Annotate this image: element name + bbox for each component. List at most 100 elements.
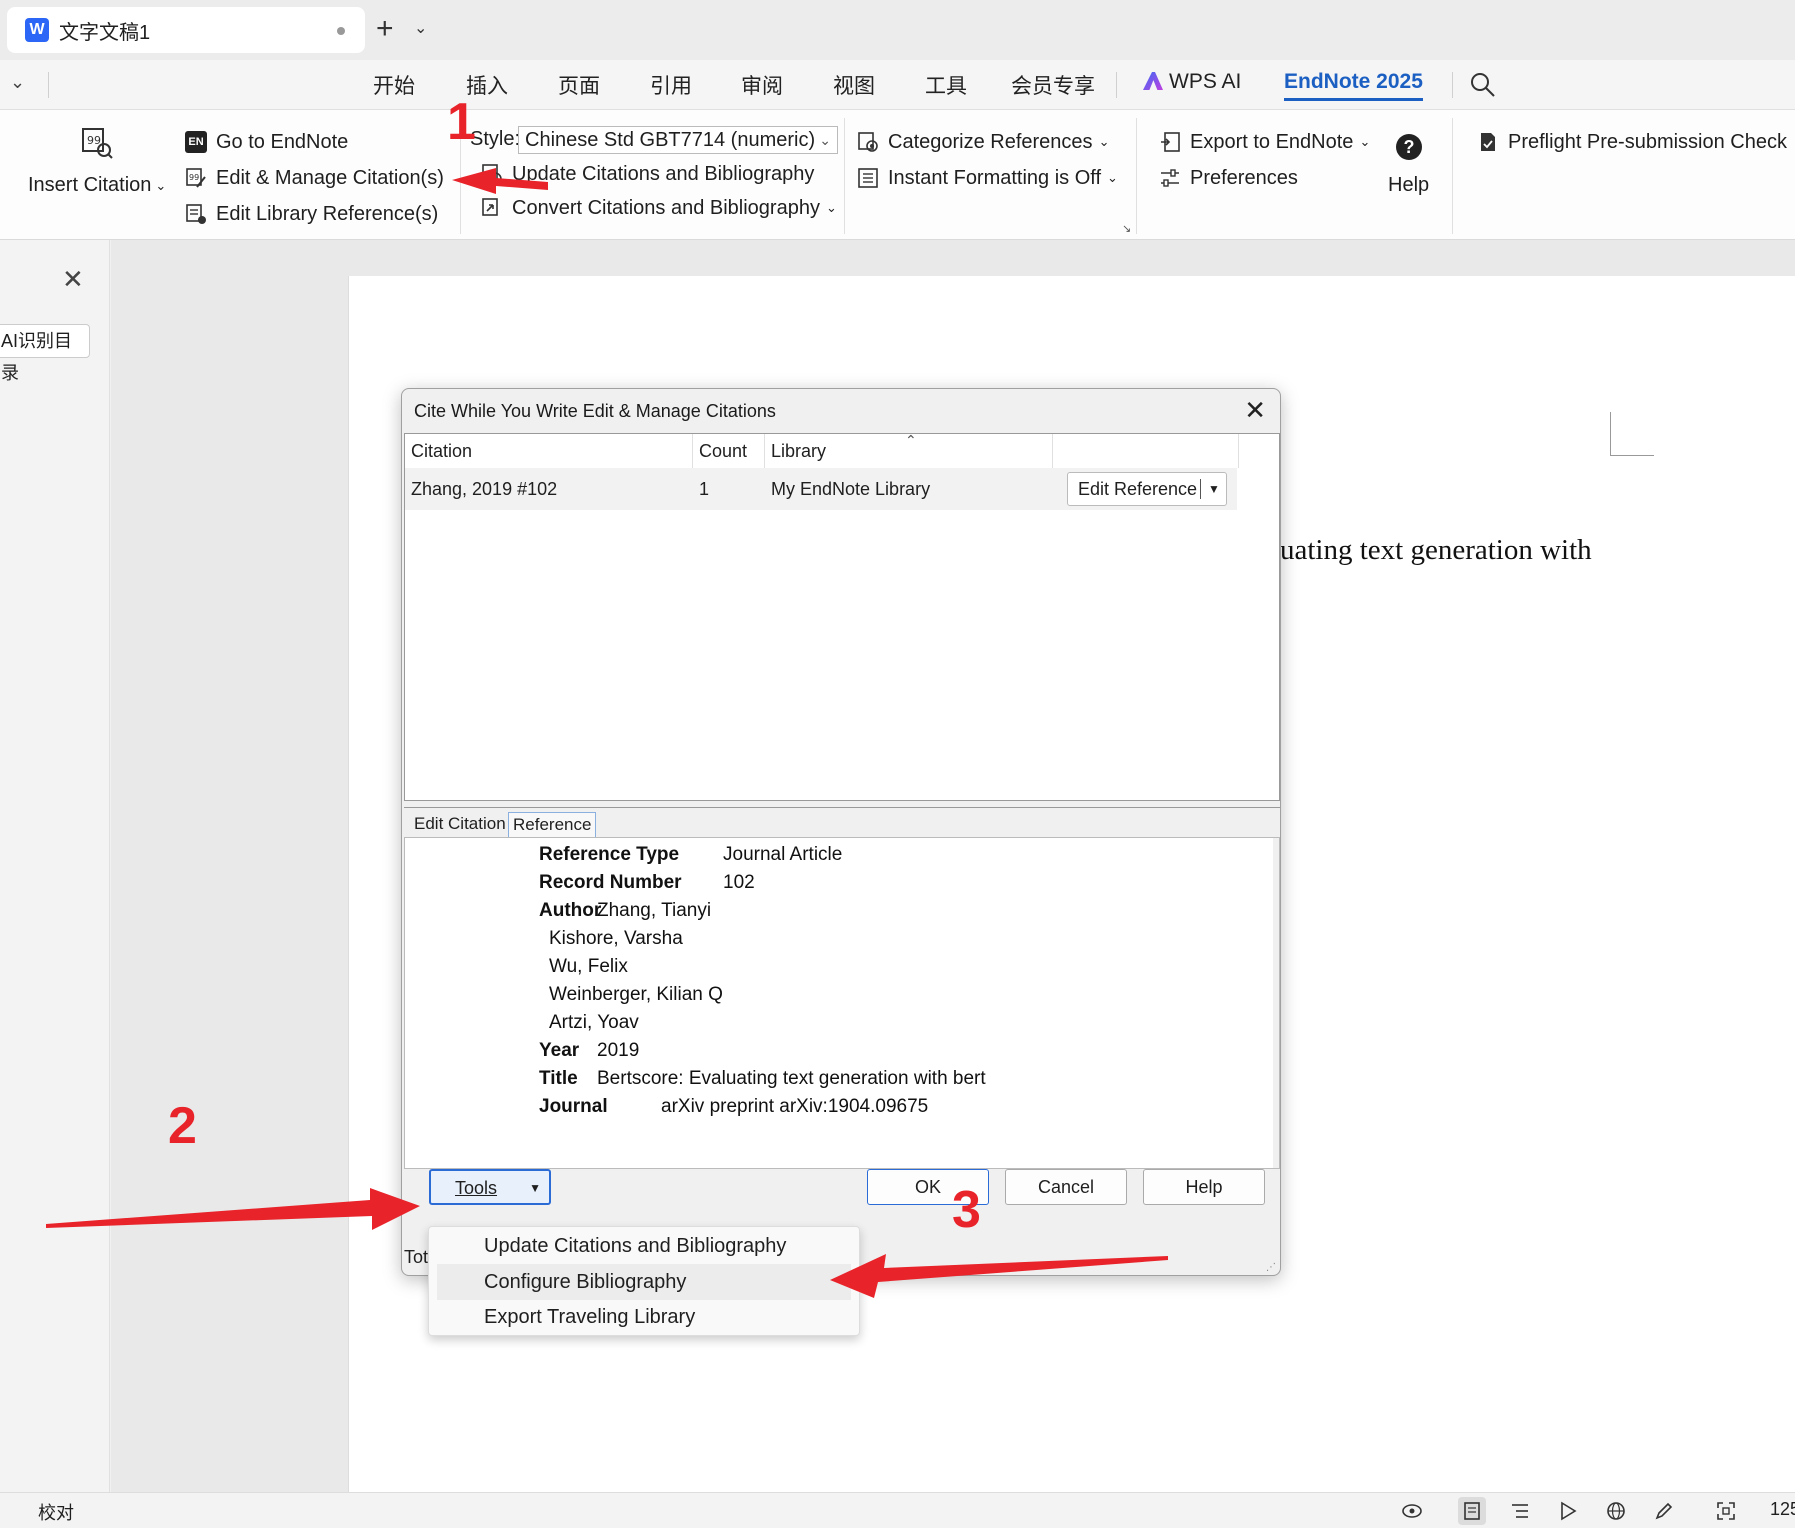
divider xyxy=(1136,118,1137,234)
export-icon xyxy=(1161,132,1180,152)
convert-citations-label: Convert Citations and Bibliography xyxy=(512,196,820,219)
pen-icon[interactable] xyxy=(1650,1497,1678,1525)
unsaved-dot-icon xyxy=(337,27,345,35)
column-header-actions xyxy=(1053,434,1239,468)
menu-bar: ⌄ 开始 插入 页面 引用 审阅 视图 工具 会员专享 WPS AI EndNo… xyxy=(0,60,1795,110)
menu-member[interactable]: 会员专享 xyxy=(1011,70,1095,100)
column-header-citation[interactable]: Citation xyxy=(405,434,693,468)
menu-wps-ai[interactable]: WPS AI xyxy=(1143,70,1241,94)
status-bar: 校对 125 xyxy=(0,1492,1795,1528)
help-ribbon-button[interactable]: ? xyxy=(1396,134,1422,160)
citations-table: Citation Count Library ⌃ Zhang, 2019 #10… xyxy=(404,432,1280,801)
menu-item-export-traveling-library[interactable]: Export Traveling Library xyxy=(429,1299,859,1335)
title-value: Bertscore: Evaluating text generation wi… xyxy=(597,1068,986,1089)
title-bar: W 文字文稿1 + ⌄ xyxy=(0,0,1795,60)
update-citations-button[interactable]: Update Citations and Bibliography xyxy=(480,162,814,186)
update-citations-label: Update Citations and Bibliography xyxy=(512,162,815,185)
menu-home[interactable]: 开始 xyxy=(373,70,415,100)
menu-item-configure-bibliography[interactable]: Configure Bibliography xyxy=(437,1264,851,1300)
menu-item-update-citations[interactable]: Update Citations and Bibliography xyxy=(429,1228,859,1264)
edit-manage-citations-button[interactable]: 99 Edit & Manage Citation(s) xyxy=(184,166,444,190)
outline-view-icon[interactable] xyxy=(1506,1497,1534,1525)
document-check-icon xyxy=(1481,133,1495,151)
edit-manage-citations-label: Edit & Manage Citation(s) xyxy=(216,166,444,189)
proofread-label[interactable]: 校对 xyxy=(38,1499,74,1525)
cancel-button[interactable]: Cancel xyxy=(1005,1169,1127,1205)
tab-reference[interactable]: Reference xyxy=(508,812,597,838)
eye-icon[interactable] xyxy=(1398,1497,1426,1525)
edit-library-icon xyxy=(186,204,206,224)
column-header-count[interactable]: Count xyxy=(693,434,765,468)
edit-reference-button[interactable]: Edit Reference ▼ xyxy=(1067,472,1227,506)
chevron-down-icon[interactable]: ⌄ xyxy=(414,18,427,38)
convert-citations-button[interactable]: Convert Citations and Bibliography ⌄ xyxy=(480,196,837,220)
menu-references[interactable]: 引用 xyxy=(650,70,692,100)
journal-value: arXiv preprint arXiv:1904.09675 xyxy=(661,1096,929,1117)
table-row[interactable]: Zhang, 2019 #102 1 My EndNote Library Ed… xyxy=(405,468,1237,510)
search-icon[interactable] xyxy=(1468,70,1498,100)
help-label[interactable]: Help xyxy=(1388,174,1429,197)
chevron-down-icon: ⌄ xyxy=(155,177,167,193)
menu-tools[interactable]: 工具 xyxy=(925,70,967,100)
categorize-references-button[interactable]: Categorize References ⌄ xyxy=(856,130,1109,154)
preflight-check-button[interactable]: Preflight Pre-submission Check xyxy=(1476,130,1787,154)
close-icon[interactable]: ✕ xyxy=(62,264,84,295)
reference-details-panel: Reference Type Journal Article Record Nu… xyxy=(404,837,1280,1169)
author-value: Wu, Felix xyxy=(549,956,628,977)
chevron-down-icon[interactable]: ⌄ xyxy=(10,72,25,93)
menu-page[interactable]: 页面 xyxy=(558,70,600,100)
document-text[interactable]: uating text generation with xyxy=(1280,534,1592,567)
export-to-endnote-button[interactable]: Export to EndNote ⌄ xyxy=(1158,130,1370,154)
chevron-down-icon: ⌄ xyxy=(1359,134,1371,149)
play-icon[interactable] xyxy=(1554,1497,1582,1525)
caret-down-icon[interactable]: ▼ xyxy=(1208,473,1220,505)
zoom-level[interactable]: 125 xyxy=(1770,1499,1795,1520)
style-select[interactable]: Chinese Std GBT7714 (numeric) ⌄ xyxy=(518,126,838,154)
categorize-references-label: Categorize References xyxy=(888,130,1093,153)
help-button[interactable]: Help xyxy=(1143,1169,1265,1205)
year-value: 2019 xyxy=(597,1040,640,1061)
ai-toc-button[interactable]: AI识别目录 xyxy=(0,324,90,383)
edit-citation-icon: 99 xyxy=(186,168,206,188)
document-tab[interactable]: W 文字文稿1 xyxy=(7,7,365,53)
author-label: Author xyxy=(539,900,602,921)
globe-icon[interactable] xyxy=(1602,1497,1630,1525)
svg-text:99: 99 xyxy=(189,173,199,182)
annotation-number-2: 2 xyxy=(168,1097,197,1155)
preferences-label: Preferences xyxy=(1190,166,1298,189)
instant-formatting-icon xyxy=(858,168,878,188)
tab-edit-citation[interactable]: Edit Citation xyxy=(410,812,510,838)
go-to-endnote-button[interactable]: EN Go to EndNote xyxy=(184,130,348,154)
left-navigation-pane: ✕ AI识别目录 xyxy=(0,240,110,1492)
page-view-icon[interactable] xyxy=(1458,1497,1486,1525)
edit-library-references-label: Edit Library Reference(s) xyxy=(216,202,439,225)
author-value: Kishore, Varsha xyxy=(549,928,683,949)
divider xyxy=(1452,72,1453,98)
fit-screen-icon[interactable] xyxy=(1712,1497,1740,1525)
instant-formatting-label: Instant Formatting is Off xyxy=(888,166,1102,189)
menu-view[interactable]: 视图 xyxy=(833,70,875,100)
close-icon[interactable]: ✕ xyxy=(1244,395,1266,426)
tools-button[interactable]: Tools ▼ xyxy=(429,1169,551,1205)
insert-citation-button[interactable]: Insert Citation ⌄ xyxy=(28,174,166,197)
tools-label: Tools xyxy=(455,1178,498,1198)
new-tab-button[interactable]: + xyxy=(376,12,394,46)
document-title: 文字文稿1 xyxy=(59,21,151,44)
total-label: Tot xyxy=(404,1247,429,1267)
scrollbar[interactable] xyxy=(1273,838,1279,1168)
preferences-button[interactable]: Preferences xyxy=(1158,166,1298,190)
journal-label: Journal xyxy=(539,1096,608,1117)
chevron-down-icon: ⌄ xyxy=(1098,134,1110,149)
edit-library-references-button[interactable]: Edit Library Reference(s) xyxy=(184,202,438,226)
sliders-icon xyxy=(1161,169,1179,187)
author-value: Zhang, Tianyi xyxy=(597,900,712,921)
year-label: Year xyxy=(539,1040,580,1061)
instant-formatting-button[interactable]: Instant Formatting is Off ⌄ xyxy=(856,166,1118,190)
resize-grip-icon[interactable]: ⋰ xyxy=(1266,1262,1276,1273)
menu-review[interactable]: 审阅 xyxy=(741,70,783,100)
dialog-launcher-icon[interactable]: ↘ xyxy=(1122,222,1131,235)
menu-endnote[interactable]: EndNote 2025 xyxy=(1284,70,1423,101)
wps-ai-label: WPS AI xyxy=(1169,70,1242,93)
chevron-down-icon: ⌄ xyxy=(819,132,831,148)
dialog-title: Cite While You Write Edit & Manage Citat… xyxy=(414,401,776,421)
